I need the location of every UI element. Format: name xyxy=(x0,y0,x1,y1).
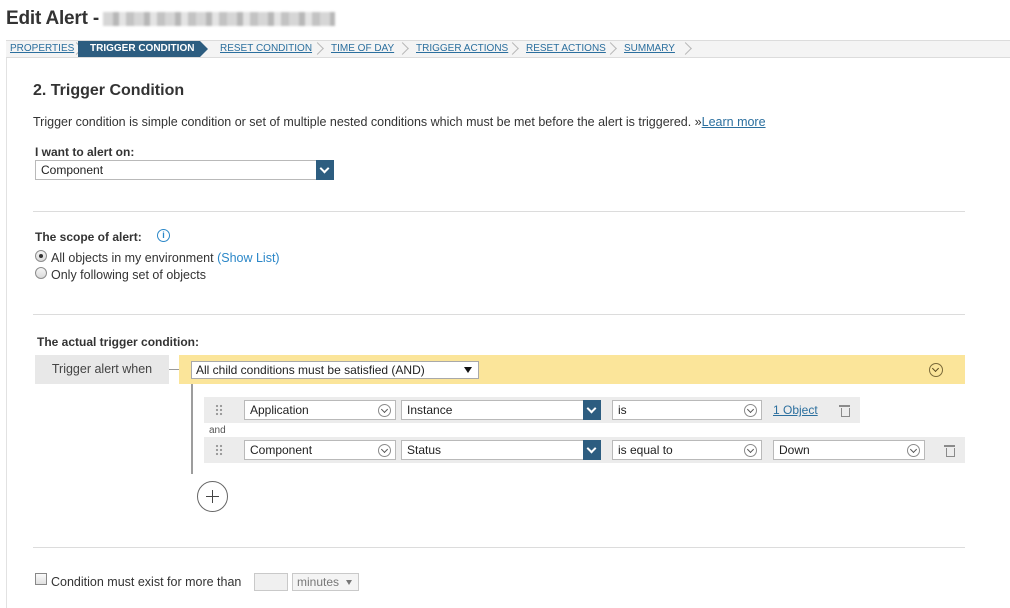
step-chevron-icon xyxy=(398,41,408,57)
collapse-icon[interactable] xyxy=(929,363,943,377)
info-icon[interactable]: i xyxy=(157,229,170,242)
condition-operator-select[interactable]: is xyxy=(612,400,762,420)
connector-line xyxy=(169,369,179,370)
step-trigger-condition[interactable]: TRIGGER CONDITION xyxy=(78,41,208,57)
condition-field-select[interactable]: Status xyxy=(401,440,601,460)
duration-input[interactable] xyxy=(254,573,288,591)
chevron-down-icon xyxy=(907,444,920,457)
group-operator-select[interactable]: All child conditions must be satisfied (… xyxy=(191,361,479,379)
step-properties[interactable]: PROPERTIES xyxy=(10,41,74,57)
trigger-when-label: Trigger alert when xyxy=(35,355,169,384)
condition-operator-select[interactable]: is equal to xyxy=(612,440,762,460)
chevron-down-icon xyxy=(583,440,601,460)
divider xyxy=(33,314,965,315)
condition-objects-link[interactable]: 1 Object xyxy=(773,403,818,417)
duration-unit-select[interactable]: minutes xyxy=(292,573,359,591)
chevron-down-icon xyxy=(378,444,391,457)
redacted-alert-name xyxy=(102,12,335,26)
step-reset-condition[interactable]: RESET CONDITION xyxy=(220,41,312,57)
chevron-down-icon xyxy=(744,404,757,417)
scope-all-radio[interactable] xyxy=(35,250,47,262)
tree-line xyxy=(191,384,193,474)
step-chevron-icon xyxy=(313,41,323,57)
condition-value-select[interactable]: Down xyxy=(773,440,925,460)
add-condition-button[interactable] xyxy=(197,481,228,512)
condition-field-select[interactable]: Instance xyxy=(401,400,601,420)
condition-group-bar: All child conditions must be satisfied (… xyxy=(179,355,965,384)
step-chevron-icon xyxy=(508,41,518,57)
alert-on-label: I want to alert on: xyxy=(35,145,135,159)
alert-on-select[interactable]: Component xyxy=(35,160,334,180)
divider xyxy=(33,547,965,548)
step-time-of-day[interactable]: TIME OF DAY xyxy=(331,41,394,57)
drag-handle-icon[interactable] xyxy=(215,404,223,416)
learn-more-link[interactable]: Learn more xyxy=(702,115,766,129)
divider xyxy=(33,211,965,212)
condition-entity-select[interactable]: Application xyxy=(244,400,396,420)
scope-selected-label: Only following set of objects xyxy=(51,268,206,282)
and-label: and xyxy=(209,425,226,436)
content-panel xyxy=(6,58,1010,608)
step-chevron-icon xyxy=(681,41,691,57)
show-list-link[interactable]: (Show List) xyxy=(217,251,280,265)
trash-icon[interactable] xyxy=(944,444,955,457)
step-summary[interactable]: SUMMARY xyxy=(624,41,675,57)
wizard-steps: PROPERTIES TRIGGER CONDITION RESET CONDI… xyxy=(6,40,1010,58)
scope-all-label: All objects in my environment (Show List… xyxy=(51,251,280,265)
section-description: Trigger condition is simple condition or… xyxy=(33,115,766,129)
step-reset-actions[interactable]: RESET ACTIONS xyxy=(526,41,606,57)
step-chevron-icon xyxy=(606,41,616,57)
trigger-condition-label: The actual trigger condition: xyxy=(37,335,200,349)
condition-duration-label: Condition must exist for more than xyxy=(51,575,242,589)
scope-selected-radio[interactable] xyxy=(35,267,47,279)
condition-duration-checkbox[interactable] xyxy=(35,573,47,585)
caret-down-icon xyxy=(346,580,352,585)
drag-handle-icon[interactable] xyxy=(215,444,223,456)
chevron-down-icon xyxy=(583,400,601,420)
page-title: Edit Alert - xyxy=(6,8,99,29)
page-header: Edit Alert - xyxy=(6,6,335,32)
condition-entity-select[interactable]: Component xyxy=(244,440,396,460)
chevron-down-icon xyxy=(316,160,334,180)
scope-label: The scope of alert: xyxy=(35,230,142,244)
step-trigger-actions[interactable]: TRIGGER ACTIONS xyxy=(416,41,508,57)
caret-down-icon xyxy=(464,367,472,373)
trash-icon[interactable] xyxy=(839,404,850,417)
section-title: 2. Trigger Condition xyxy=(33,82,185,99)
chevron-down-icon xyxy=(744,444,757,457)
chevron-down-icon xyxy=(378,404,391,417)
